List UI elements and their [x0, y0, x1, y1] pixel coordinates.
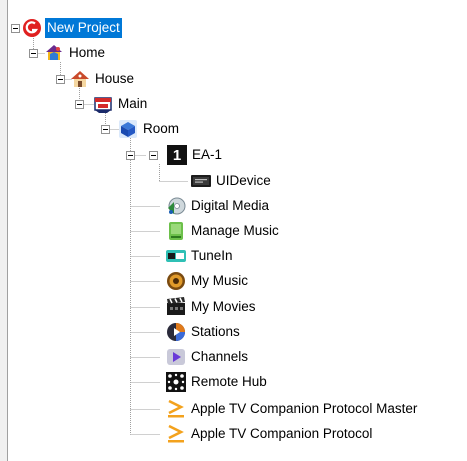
tree-node-home[interactable]: Home — [44, 43, 107, 63]
tree-node-label: New Project — [45, 18, 122, 38]
tree-node-label: Main — [118, 96, 148, 111]
tree-node-label: My Music — [191, 273, 248, 288]
tree-node-label: House — [95, 71, 135, 86]
tree-node-main[interactable]: Main — [93, 94, 149, 114]
apple-tv-protocol-icon — [166, 399, 186, 419]
tree-node-label: Manage Music — [191, 223, 279, 238]
project-tree-panel: New Project Home House Main Room 1 EA-1 … — [0, 0, 467, 461]
ui-device-icon — [191, 171, 211, 191]
channels-icon — [166, 347, 186, 367]
tree-node-label: Apple TV Companion Protocol — [191, 426, 373, 441]
tree-node-stations[interactable]: Stations — [166, 322, 242, 342]
tree-node-my-movies[interactable]: My Movies — [166, 297, 258, 317]
tree-node-manage-music[interactable]: Manage Music — [166, 221, 281, 241]
tree-node-channels[interactable]: Channels — [166, 347, 250, 367]
tree-node-my-music[interactable]: My Music — [166, 271, 250, 291]
tree-node-label: My Movies — [191, 299, 256, 314]
controller-icon: 1 — [167, 145, 187, 165]
tunein-icon — [166, 246, 186, 266]
project-logo-icon — [22, 18, 42, 38]
tree-node-apple-tv[interactable]: Apple TV Companion Protocol — [166, 424, 374, 444]
remote-hub-icon — [166, 372, 186, 392]
house-icon — [70, 69, 90, 89]
tree-node-new-project[interactable]: New Project — [22, 18, 122, 38]
tree-node-house[interactable]: House — [70, 69, 136, 89]
my-music-icon — [166, 271, 186, 291]
tree-node-uidevice[interactable]: UIDevice — [191, 171, 273, 191]
tree-node-label: UIDevice — [216, 173, 271, 188]
tree-node-label: Apple TV Companion Protocol Master — [191, 401, 418, 416]
tree-node-label: Room — [143, 121, 180, 136]
tree-node-remote-hub[interactable]: Remote Hub — [166, 372, 269, 392]
tree-node-ea-1[interactable]: 1 EA-1 — [167, 145, 224, 165]
stations-icon — [166, 322, 186, 342]
tree-node-label: Channels — [191, 349, 249, 364]
expander-main[interactable] — [75, 100, 84, 109]
controller-number-badge: 1 — [172, 146, 182, 164]
expander-ea-1[interactable] — [126, 151, 135, 160]
tree-node-tunein[interactable]: TuneIn — [166, 246, 235, 266]
expander-ea-1-child[interactable] — [149, 151, 158, 160]
expander-room[interactable] — [101, 125, 110, 134]
digital-media-icon — [166, 196, 186, 216]
project-tree: New Project Home House Main Room 1 EA-1 … — [0, 0, 467, 461]
tree-node-label: Stations — [191, 324, 240, 339]
tree-node-digital-media[interactable]: Digital Media — [166, 196, 271, 216]
expander-home[interactable] — [29, 49, 38, 58]
tree-node-apple-tv-master[interactable]: Apple TV Companion Protocol Master — [166, 399, 419, 419]
home-icon — [44, 43, 64, 63]
tree-node-label: EA-1 — [192, 147, 223, 162]
room-cube-icon — [118, 119, 138, 139]
floor-icon — [93, 94, 113, 114]
expander-new-project[interactable] — [11, 24, 20, 33]
apple-tv-protocol-icon — [166, 424, 186, 444]
tree-node-label: Digital Media — [191, 198, 270, 213]
my-movies-icon — [166, 297, 186, 317]
manage-music-icon — [166, 221, 186, 241]
tree-node-label: Home — [69, 45, 106, 60]
expander-house[interactable] — [56, 75, 65, 84]
tree-node-label: Remote Hub — [191, 374, 267, 389]
tree-node-label: TuneIn — [191, 248, 233, 263]
tree-node-room[interactable]: Room — [118, 119, 181, 139]
